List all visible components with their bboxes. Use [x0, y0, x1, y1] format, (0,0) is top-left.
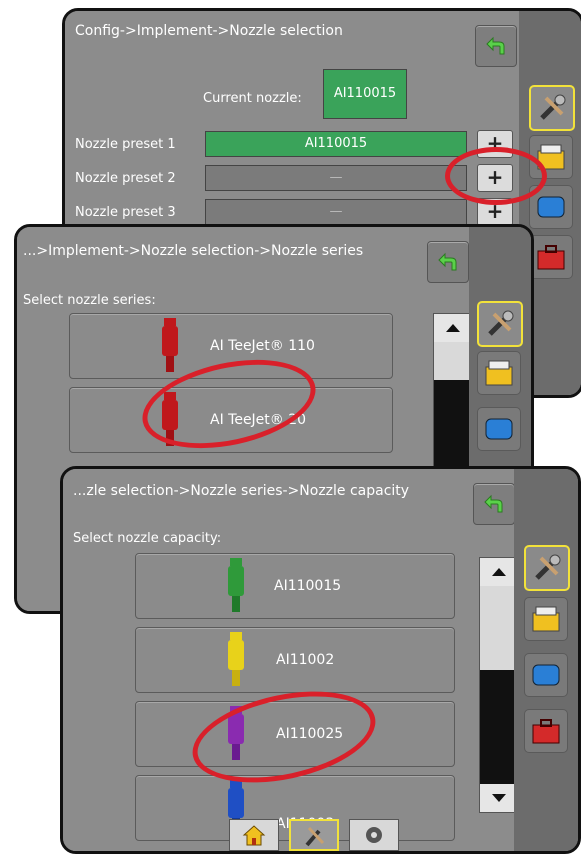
preset-1-label: Nozzle preset 1: [75, 137, 176, 152]
home-icon: [242, 825, 266, 846]
side-rail: [514, 469, 578, 851]
series-option-label: AI TeeJet® 110: [210, 338, 315, 354]
capacity-scrollbar[interactable]: [479, 557, 519, 813]
arrow-down-icon: [492, 794, 506, 802]
preset-2-field[interactable]: —: [205, 165, 467, 191]
capacity-option-2[interactable]: AI11002: [135, 627, 455, 693]
toolbox-icon: [532, 719, 560, 744]
preset-3-label: Nozzle preset 3: [75, 205, 176, 220]
back-button[interactable]: [475, 25, 517, 67]
capacity-option-label: AI11002: [276, 652, 335, 668]
back-arrow-icon: [486, 36, 505, 55]
arrow-up-icon: [446, 324, 460, 332]
settings-tab[interactable]: [349, 819, 399, 851]
nozzle-green-icon: [228, 558, 244, 612]
breadcrumb: ...zle selection->Nozzle series->Nozzle …: [73, 483, 410, 499]
nozzle-yellow-icon: [228, 632, 244, 686]
implement-icon: [532, 606, 560, 632]
display-icon: [532, 664, 560, 686]
gear-icon: [366, 827, 382, 843]
display-icon: [485, 418, 513, 440]
home-tab[interactable]: [229, 819, 279, 851]
rail-implement-button[interactable]: [477, 351, 521, 395]
main-area: ...zle selection->Nozzle series->Nozzle …: [63, 469, 519, 851]
tools-icon: [535, 554, 561, 580]
scroll-track[interactable]: [480, 670, 518, 784]
back-button[interactable]: [427, 241, 469, 283]
preset-1-field[interactable]: AI110015: [205, 131, 467, 157]
prompt-label: Select nozzle capacity:: [73, 531, 222, 546]
scroll-up-button[interactable]: [480, 558, 518, 586]
capacity-option-1[interactable]: AI110015: [135, 553, 455, 619]
back-arrow-icon: [484, 494, 503, 513]
highlight-ring: [445, 147, 547, 205]
current-nozzle-value: AI110015: [323, 69, 407, 119]
prompt-label: Select nozzle series:: [23, 293, 156, 308]
rail-tools-button[interactable]: [524, 545, 570, 591]
back-arrow-icon: [438, 252, 457, 271]
rail-implement-button[interactable]: [524, 597, 568, 641]
arrow-up-icon: [492, 568, 506, 576]
breadcrumb: ...>Implement->Nozzle selection->Nozzle …: [23, 243, 364, 259]
breadcrumb: Config->Implement->Nozzle selection: [75, 23, 343, 39]
back-button[interactable]: [473, 483, 515, 525]
toolbox-icon: [537, 245, 565, 270]
rail-toolbox-button[interactable]: [529, 235, 573, 279]
tools-icon: [305, 826, 325, 847]
display-icon: [537, 196, 565, 218]
rail-tools-button[interactable]: [477, 301, 523, 347]
nozzle-red-icon: [162, 318, 178, 372]
preset-2-label: Nozzle preset 2: [75, 171, 176, 186]
scroll-up-button[interactable]: [434, 314, 472, 342]
tools-tab[interactable]: [289, 819, 339, 851]
preset-3-field[interactable]: —: [205, 199, 467, 225]
rail-display-button[interactable]: [477, 407, 521, 451]
rail-tools-button[interactable]: [529, 85, 575, 131]
current-nozzle-label: Current nozzle:: [203, 91, 302, 106]
nozzle-capacity-panel: ...zle selection->Nozzle series->Nozzle …: [60, 466, 581, 854]
tools-icon: [540, 94, 566, 120]
rail-toolbox-button[interactable]: [524, 709, 568, 753]
tools-icon: [488, 310, 514, 336]
implement-icon: [485, 360, 513, 386]
capacity-option-label: AI110015: [274, 578, 342, 594]
rail-display-button[interactable]: [524, 653, 568, 697]
scroll-down-button[interactable]: [480, 784, 518, 812]
